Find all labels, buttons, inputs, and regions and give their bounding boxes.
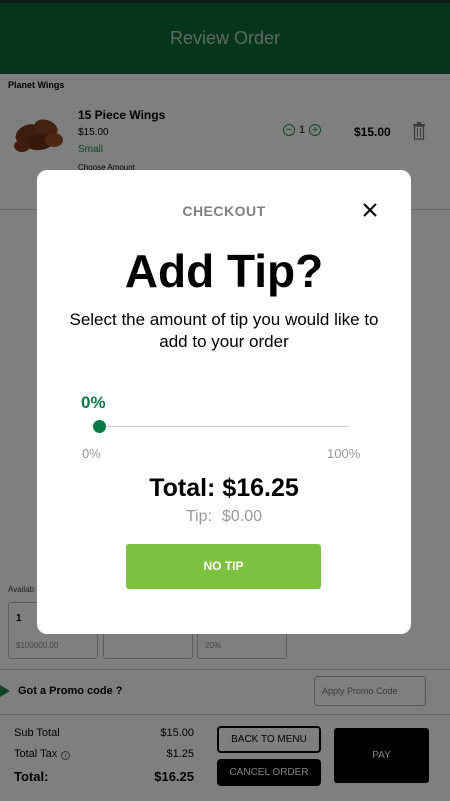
- dialog-title: Add Tip?: [124, 245, 324, 297]
- dialog-header: CHECKOUT: [182, 203, 266, 219]
- close-icon[interactable]: [362, 202, 378, 218]
- tip-label: Tip:: [185, 508, 213, 525]
- add-tip-dialog: CHECKOUT Add Tip? Select the amount of t…: [37, 170, 411, 634]
- slider-min-label: 0%: [82, 446, 101, 461]
- dialog-total: Total: $16.25: [149, 474, 299, 502]
- slider-max-label: 100%: [327, 446, 361, 461]
- dialog-tip-row: Tip: $0.00: [37, 508, 411, 526]
- tip-percent-value: 0%: [81, 393, 106, 412]
- tip-slider-track[interactable]: [99, 426, 349, 427]
- dialog-subtitle: Select the amount of tip you would like …: [69, 310, 379, 351]
- no-tip-button[interactable]: NO TIP: [126, 544, 321, 589]
- tip-value: $0.00: [222, 508, 263, 525]
- tip-slider-thumb[interactable]: [92, 420, 106, 433]
